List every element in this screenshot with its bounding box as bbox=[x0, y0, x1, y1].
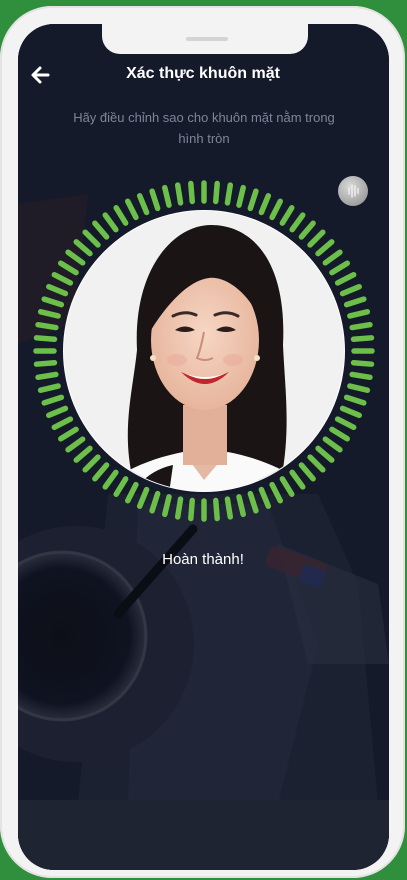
scan-tick bbox=[124, 198, 139, 221]
scan-tick bbox=[33, 360, 58, 367]
scan-tick bbox=[236, 184, 246, 208]
instruction-line-1: Hãy điều chỉnh sao cho khuôn mặt nằm tro… bbox=[73, 110, 335, 125]
scan-tick bbox=[113, 205, 129, 226]
scan-tick bbox=[35, 371, 59, 381]
scan-tick bbox=[329, 426, 350, 442]
scan-tick bbox=[349, 321, 373, 331]
scan-tick bbox=[136, 486, 150, 509]
scan-tick bbox=[46, 405, 69, 419]
scan-tick bbox=[343, 394, 367, 406]
scan-tick bbox=[92, 220, 110, 240]
scan-tick bbox=[350, 360, 375, 367]
scan-tick bbox=[162, 184, 172, 208]
scan-tick bbox=[247, 490, 259, 514]
arrow-left-icon bbox=[31, 66, 50, 84]
scan-tick bbox=[162, 494, 172, 518]
scan-tick bbox=[35, 321, 59, 331]
scan-tick bbox=[41, 296, 65, 308]
scan-tick bbox=[37, 309, 61, 319]
back-button[interactable] bbox=[28, 62, 54, 88]
scan-tick bbox=[289, 469, 306, 490]
scan-tick bbox=[113, 476, 129, 497]
scan-tick bbox=[298, 220, 316, 240]
instruction-line-2: hình tròn bbox=[178, 131, 230, 146]
scan-tick bbox=[82, 454, 101, 473]
scan-tick bbox=[315, 445, 335, 463]
scan-tick bbox=[258, 486, 272, 509]
scan-tick bbox=[51, 416, 74, 431]
scan-tick bbox=[258, 193, 272, 216]
scan-tick bbox=[350, 335, 375, 342]
scan-tick bbox=[307, 229, 326, 248]
scan-tick bbox=[347, 383, 371, 393]
scan-tick bbox=[65, 249, 86, 266]
scan-status-text: Hoàn thành! bbox=[162, 551, 244, 568]
scan-tick bbox=[174, 496, 184, 520]
scan-tick bbox=[82, 229, 101, 248]
camera-notch bbox=[102, 24, 308, 54]
sound-toggle-button[interactable] bbox=[338, 176, 368, 206]
scan-tick bbox=[174, 182, 184, 206]
scan-tick bbox=[37, 383, 61, 393]
scan-tick bbox=[339, 283, 362, 297]
scan-tick bbox=[279, 205, 295, 226]
scan-tick bbox=[298, 462, 316, 482]
face-scan-ring bbox=[33, 180, 375, 522]
sound-wave-icon bbox=[348, 184, 359, 198]
scan-tick bbox=[149, 490, 161, 514]
scan-tick bbox=[136, 193, 150, 216]
scan-tick bbox=[315, 239, 335, 257]
scan-tick bbox=[102, 212, 119, 233]
scan-tick bbox=[269, 198, 284, 221]
scan-tick bbox=[65, 436, 86, 453]
scan-tick bbox=[279, 476, 295, 497]
scan-tick bbox=[339, 405, 362, 419]
scan-tick bbox=[236, 494, 246, 518]
instruction-text: Hãy điều chỉnh sao cho khuôn mặt nằm tro… bbox=[54, 107, 354, 149]
scan-tick bbox=[347, 309, 371, 319]
scan-tick bbox=[92, 462, 110, 482]
scan-tick bbox=[73, 445, 93, 463]
scan-tick bbox=[289, 212, 306, 233]
speaker-grille bbox=[186, 37, 228, 41]
scan-tick bbox=[213, 497, 220, 522]
scan-tick bbox=[102, 469, 119, 490]
scan-tick bbox=[334, 416, 357, 431]
scan-tick bbox=[51, 271, 74, 286]
scan-tick bbox=[188, 497, 195, 522]
scan-tick bbox=[322, 249, 343, 266]
scan-tick bbox=[73, 239, 93, 257]
scan-tick bbox=[46, 283, 69, 297]
scan-tick bbox=[247, 188, 259, 212]
app-screen: Xác thực khuôn mặt Hãy điều chỉnh sao ch… bbox=[18, 24, 389, 870]
scan-tick bbox=[322, 436, 343, 453]
scan-tick bbox=[334, 271, 357, 286]
phone-frame: Xác thực khuôn mặt Hãy điều chỉnh sao ch… bbox=[0, 6, 405, 878]
scan-tick bbox=[58, 260, 79, 276]
scan-tick bbox=[58, 426, 79, 442]
scan-tick bbox=[41, 394, 65, 406]
scan-tick bbox=[224, 496, 234, 520]
scan-tick bbox=[343, 296, 367, 308]
scan-tick bbox=[307, 454, 326, 473]
scan-tick bbox=[349, 371, 373, 381]
scan-tick bbox=[149, 188, 161, 212]
scan-tick bbox=[329, 260, 350, 276]
scan-tick bbox=[224, 182, 234, 206]
scan-tick bbox=[124, 481, 139, 504]
scan-tick bbox=[188, 180, 195, 205]
scan-tick bbox=[213, 180, 220, 205]
scan-tick bbox=[33, 335, 58, 342]
scan-tick bbox=[269, 481, 284, 504]
page-title: Xác thực khuôn mặt bbox=[126, 65, 280, 82]
